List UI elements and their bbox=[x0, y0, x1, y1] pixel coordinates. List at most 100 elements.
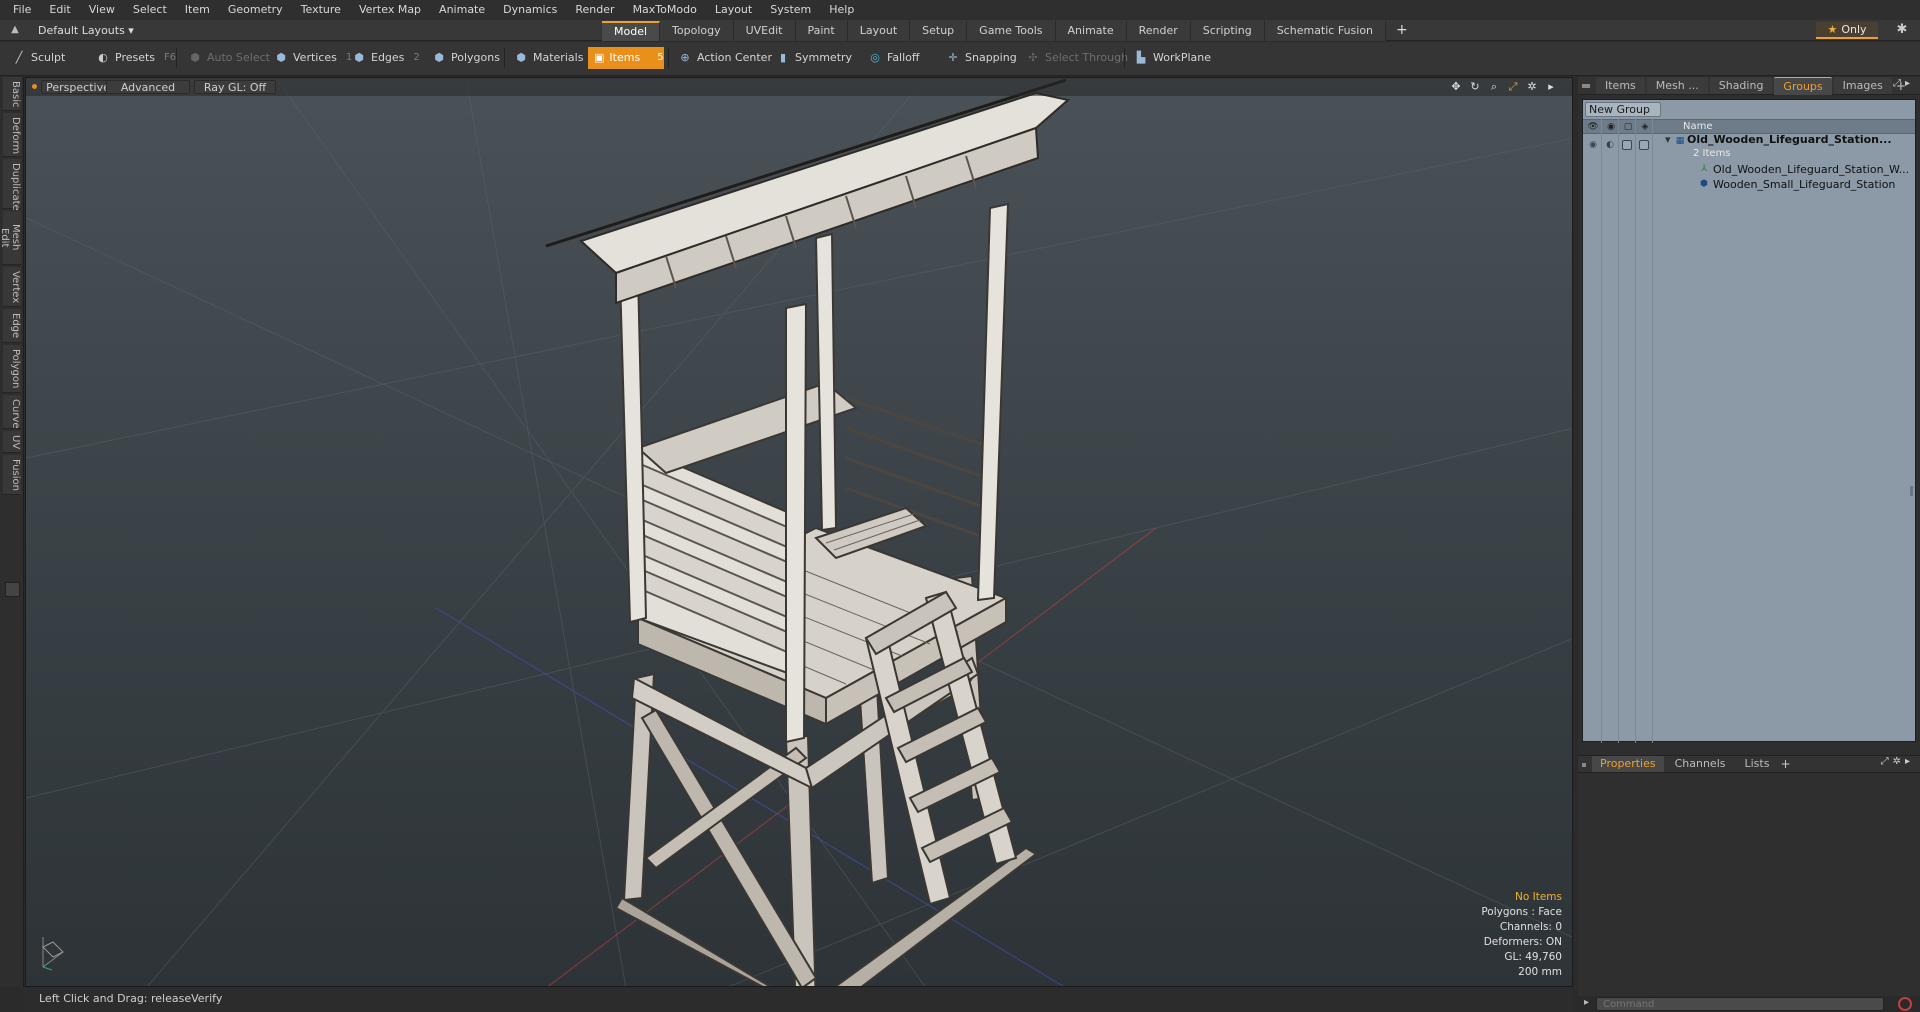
tab-game-tools[interactable]: Game Tools bbox=[967, 21, 1056, 41]
menu-render[interactable]: Render bbox=[566, 0, 623, 20]
tab-model[interactable]: Model bbox=[602, 21, 661, 41]
select-checkbox[interactable] bbox=[1639, 140, 1649, 150]
presets-button[interactable]: ◐ Presets F6 bbox=[90, 47, 182, 69]
select-icon[interactable]: ◈ bbox=[1639, 121, 1651, 133]
group-child-row[interactable]: ⬢ Wooden_Small_Lifeguard_Station bbox=[1583, 177, 1915, 192]
command-input[interactable] bbox=[1596, 997, 1884, 1011]
render-toggle-icon[interactable]: ◐ bbox=[1605, 140, 1615, 150]
menu-animate[interactable]: Animate bbox=[430, 0, 494, 20]
group-child-row[interactable]: ⅄ Old_Wooden_Lifeguard_Station_W... bbox=[1583, 162, 1915, 177]
gear-icon[interactable]: ✱ bbox=[1894, 22, 1910, 38]
only-toggle[interactable]: ★ Only bbox=[1816, 22, 1878, 39]
collapse-arrow-icon[interactable]: ▾ bbox=[1665, 132, 1671, 147]
panel-tab-items[interactable]: Items bbox=[1596, 77, 1645, 94]
menu-texture[interactable]: Texture bbox=[292, 0, 350, 20]
perspective-button[interactable]: Perspective bbox=[41, 80, 115, 94]
menu-system[interactable]: System bbox=[761, 0, 820, 20]
record-icon[interactable] bbox=[1898, 997, 1912, 1011]
tab-schematic-fusion[interactable]: Schematic Fusion bbox=[1264, 21, 1387, 41]
popout-icon[interactable]: ⤢ bbox=[1893, 78, 1905, 89]
left-tab-fusion[interactable]: Fusion bbox=[3, 455, 21, 495]
popout-icon[interactable]: ⤢ bbox=[1881, 756, 1893, 767]
panel-tab-groups[interactable]: Groups bbox=[1774, 76, 1832, 95]
left-tab-curve[interactable]: Curve bbox=[3, 395, 21, 429]
left-tab-uv[interactable]: UV bbox=[3, 431, 21, 453]
render-icon[interactable]: ◉ bbox=[1605, 121, 1617, 133]
falloff-button[interactable]: ◎ Falloff bbox=[862, 47, 925, 69]
group-row[interactable]: ◉ ◐ ▾ ▦ Old_Wooden_Lifeguard_Station... … bbox=[1583, 133, 1915, 159]
maximize-icon[interactable]: ⤢ bbox=[1506, 80, 1520, 94]
tab-animate[interactable]: Animate bbox=[1055, 21, 1127, 41]
auto-select-button[interactable]: ⬢ Auto Select bbox=[182, 47, 276, 69]
tab-setup[interactable]: Setup bbox=[910, 21, 968, 41]
rotate-view-icon[interactable]: ↻ bbox=[1468, 80, 1482, 94]
tab-topology[interactable]: Topology bbox=[660, 21, 734, 41]
edges-button[interactable]: ⬢ Edges 2 bbox=[346, 47, 426, 69]
props-tab-channels[interactable]: Channels bbox=[1667, 756, 1734, 772]
arrow-right-icon[interactable]: ▸ bbox=[1905, 78, 1914, 89]
scroll-thumb[interactable] bbox=[1910, 486, 1913, 496]
vertices-button[interactable]: ⬢ Vertices 1 bbox=[268, 47, 358, 69]
snapping-button[interactable]: ✛ Snapping bbox=[940, 47, 1023, 69]
props-tab-lists[interactable]: Lists bbox=[1737, 756, 1778, 772]
new-group-button[interactable]: New Group bbox=[1585, 102, 1661, 117]
arrow-right-icon[interactable]: ▸ bbox=[1905, 756, 1914, 767]
left-tool-tabs: Basic Deform Duplicate Mesh Edit Vertex Edge P… bbox=[0, 77, 24, 987]
symmetry-button[interactable]: ▮ Symmetry bbox=[770, 47, 858, 69]
advanced-button[interactable]: Advanced bbox=[106, 80, 190, 94]
tab-uvedit[interactable]: UVEdit bbox=[733, 21, 796, 41]
groups-scrollbar[interactable] bbox=[1910, 136, 1914, 716]
zoom-view-icon[interactable]: ⌕ bbox=[1487, 80, 1501, 94]
tab-paint[interactable]: Paint bbox=[795, 21, 848, 41]
tab-render[interactable]: Render bbox=[1126, 21, 1191, 41]
menu-view[interactable]: View bbox=[80, 0, 124, 20]
move-view-icon[interactable]: ✥ bbox=[1449, 80, 1463, 94]
action-center-button[interactable]: ⊕ Action Center bbox=[672, 47, 778, 69]
menu-select[interactable]: Select bbox=[124, 0, 176, 20]
menu-file[interactable]: File bbox=[4, 0, 40, 20]
menu-vertex-map[interactable]: Vertex Map bbox=[350, 0, 430, 20]
workplane-button[interactable]: ▙ WorkPlane bbox=[1128, 47, 1217, 69]
menu-item[interactable]: Item bbox=[176, 0, 219, 20]
raygl-button[interactable]: Ray GL: Off bbox=[194, 80, 276, 94]
left-tab-basic[interactable]: Basic bbox=[3, 77, 21, 111]
command-arrow-icon[interactable]: ▸ bbox=[1584, 997, 1589, 1008]
left-tab-polygon[interactable]: Polygon bbox=[3, 345, 21, 393]
viewport-settings-icon[interactable]: ✲ bbox=[1525, 80, 1539, 94]
left-tab-vertex[interactable]: Vertex bbox=[3, 267, 21, 307]
left-tab-mesh-edit[interactable]: Mesh Edit bbox=[0, 211, 21, 265]
menu-maxtomodo[interactable]: MaxToModo bbox=[624, 0, 706, 20]
menu-layout[interactable]: Layout bbox=[706, 0, 761, 20]
layout-menu-icon[interactable]: ▲ bbox=[8, 23, 22, 37]
menu-help[interactable]: Help bbox=[820, 0, 863, 20]
menu-dynamics[interactable]: Dynamics bbox=[494, 0, 566, 20]
add-tab-button[interactable]: + bbox=[1386, 21, 1418, 41]
lock-checkbox[interactable] bbox=[1622, 140, 1632, 150]
props-tab-properties[interactable]: Properties bbox=[1592, 756, 1664, 772]
left-tab-duplicate[interactable]: Duplicate bbox=[3, 159, 21, 211]
3d-viewport[interactable]: Perspective Advanced Ray GL: Off ✥ ↻ ⌕ ⤢… bbox=[25, 77, 1573, 987]
panel-toggle-button[interactable] bbox=[5, 582, 20, 597]
materials-button[interactable]: ⬢ Materials bbox=[508, 47, 589, 69]
expand-arrow-icon[interactable]: ▸ bbox=[1544, 80, 1558, 94]
panel-tab-shading[interactable]: Shading bbox=[1709, 77, 1773, 94]
sculpt-button[interactable]: ╱ Sculpt bbox=[6, 47, 71, 69]
select-through-button[interactable]: ✣ Select Through bbox=[1020, 47, 1134, 69]
menu-geometry[interactable]: Geometry bbox=[219, 0, 292, 20]
add-props-tab-button[interactable]: + bbox=[1780, 757, 1790, 771]
tab-scripting[interactable]: Scripting bbox=[1190, 21, 1265, 41]
menu-edit[interactable]: Edit bbox=[40, 0, 79, 20]
panel-tab-images[interactable]: Images bbox=[1833, 77, 1892, 94]
gear-icon[interactable]: ✲ bbox=[1893, 756, 1905, 767]
polygons-button[interactable]: ⬢ Polygons bbox=[426, 47, 506, 69]
left-tab-deform[interactable]: Deform bbox=[3, 113, 21, 157]
items-button[interactable]: ▣ Items 5 bbox=[588, 47, 664, 69]
eye-icon[interactable]: ◉ bbox=[1588, 140, 1598, 150]
left-tab-edge[interactable]: Edge bbox=[3, 309, 21, 343]
layouts-dropdown[interactable]: Default Layouts ▾ bbox=[30, 22, 142, 39]
visibility-eye-icon[interactable]: 👁 bbox=[1587, 121, 1599, 133]
panel-tab-mesh[interactable]: Mesh ... bbox=[1646, 77, 1708, 94]
tab-layout[interactable]: Layout bbox=[847, 21, 911, 41]
viewport-menu-dot[interactable] bbox=[32, 84, 37, 89]
lock-icon[interactable]: ▢ bbox=[1622, 121, 1634, 133]
